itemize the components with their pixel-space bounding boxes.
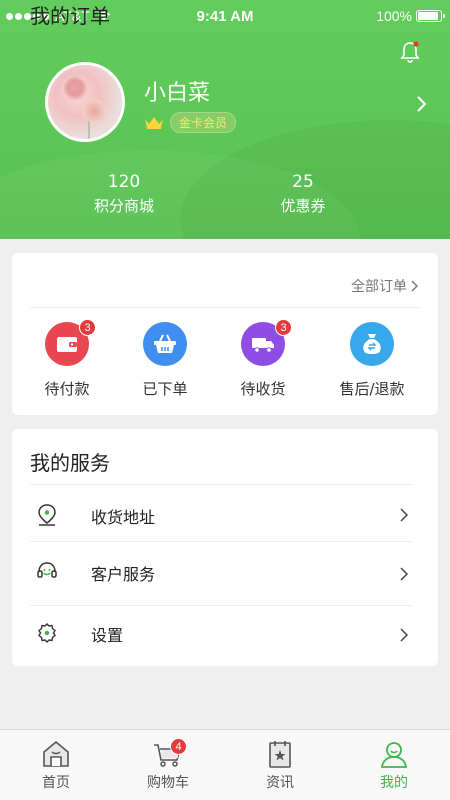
username: 小白菜 <box>144 81 211 106</box>
avatar[interactable] <box>45 62 125 142</box>
chevron-right-icon <box>400 628 408 642</box>
wallet-icon: 3 <box>45 319 96 366</box>
order-label: 待收货 <box>240 380 286 398</box>
tab-bar: 首页 4 购物车 资讯 我的 <box>0 729 450 800</box>
service-label: 收货地址 <box>91 508 156 527</box>
coupons[interactable]: 25 优惠券 <box>238 172 368 216</box>
chevron-right-icon <box>411 280 418 292</box>
tab-label: 购物车 <box>147 775 189 791</box>
basket-icon <box>143 322 187 366</box>
divider <box>30 541 414 542</box>
all-orders-label: 全部订单 <box>351 279 407 295</box>
news-icon <box>269 741 291 768</box>
service-customer-support[interactable]: 客户服务 <box>12 543 438 603</box>
tab-label: 资讯 <box>266 775 294 791</box>
tab-profile[interactable]: 我的 <box>338 730 450 800</box>
chevron-right-icon <box>400 567 408 581</box>
service-address[interactable]: 收货地址 <box>12 485 438 545</box>
service-label: 客户服务 <box>91 565 156 584</box>
headset-icon <box>37 562 57 578</box>
home-icon <box>43 740 69 767</box>
truck-icon: 3 <box>241 319 292 366</box>
bell-icon[interactable] <box>398 40 422 64</box>
location-icon <box>38 504 56 526</box>
battery-percent: 100% <box>376 8 412 24</box>
member-badge: 金卡会员 <box>170 112 237 133</box>
tab-label: 首页 <box>42 775 70 791</box>
orders-title: 我的订单 <box>30 4 110 28</box>
crown-icon <box>145 116 163 129</box>
tab-label: 我的 <box>380 775 408 791</box>
order-label: 售后/退款 <box>339 380 405 398</box>
order-badge: 3 <box>275 319 292 336</box>
order-pending-payment[interactable]: 3 待付款 <box>22 319 112 399</box>
user-icon <box>380 742 408 768</box>
coupons-value: 25 <box>292 172 314 192</box>
profile-header: AT&T 9:41 AM 100% 小白菜 金卡会员 120 积分商城 25 优… <box>0 0 450 239</box>
points-mall[interactable]: 120 积分商城 <box>59 172 189 216</box>
member-level: 金卡会员 <box>144 112 237 133</box>
money-bag-icon <box>350 322 394 366</box>
tab-home[interactable]: 首页 <box>0 730 112 800</box>
order-label: 待付款 <box>44 380 90 398</box>
tab-news[interactable]: 资讯 <box>224 730 336 800</box>
all-orders-link[interactable]: 全部订单 <box>351 276 418 296</box>
chevron-right-icon <box>400 508 408 522</box>
battery-icon <box>416 10 445 22</box>
order-label: 已下单 <box>142 380 188 398</box>
order-to-receive[interactable]: 3 待收货 <box>218 319 308 399</box>
points-value: 120 <box>107 172 141 192</box>
coupons-label: 优惠券 <box>280 197 326 215</box>
order-badge: 3 <box>79 319 96 336</box>
points-label: 积分商城 <box>93 197 154 215</box>
services-title: 我的服务 <box>30 451 110 475</box>
service-label: 设置 <box>91 626 124 645</box>
cart-badge: 4 <box>170 738 187 755</box>
gear-icon <box>38 623 56 643</box>
order-after-sales[interactable]: 售后/退款 <box>322 322 422 399</box>
chevron-right-icon[interactable] <box>416 95 428 113</box>
tab-cart[interactable]: 4 购物车 <box>112 730 224 800</box>
service-settings[interactable]: 设置 <box>12 605 438 665</box>
divider <box>30 307 420 308</box>
order-placed[interactable]: 已下单 <box>120 322 210 399</box>
